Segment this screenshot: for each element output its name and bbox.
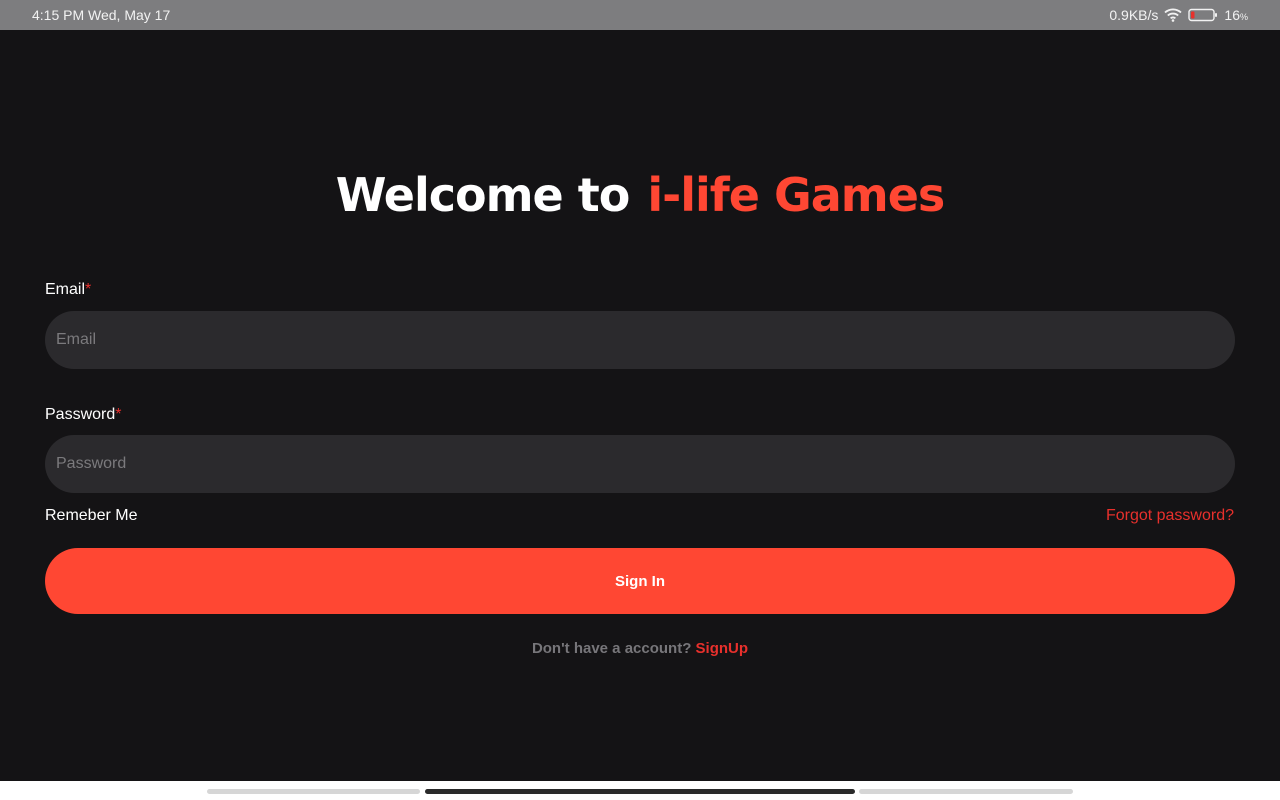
right-window-handle[interactable] [859, 789, 1073, 794]
forgot-password-link[interactable]: Forgot password? [1106, 507, 1234, 525]
email-field[interactable] [45, 311, 1235, 369]
brand-name: i-life Games [647, 168, 945, 222]
remember-me-toggle[interactable]: Remeber Me [45, 507, 137, 525]
required-marker: * [115, 406, 122, 423]
password-field[interactable] [45, 435, 1235, 493]
battery-percentage: 16% [1224, 7, 1248, 23]
signup-prompt: Don't have a account? SignUp [0, 640, 1280, 657]
navigation-bar [0, 781, 1280, 800]
status-indicators: 0.9KB/s 16% [1109, 7, 1248, 23]
status-time-date: 4:15 PM Wed, May 17 [32, 7, 171, 23]
sign-in-button[interactable]: Sign In [45, 548, 1235, 614]
welcome-text: Welcome to [335, 168, 631, 222]
email-label: Email* [45, 281, 92, 298]
page-title: Welcome to i-life Games [0, 168, 1280, 222]
password-label: Password* [45, 406, 122, 423]
left-window-handle[interactable] [207, 789, 420, 794]
wifi-icon [1164, 8, 1183, 22]
signup-link[interactable]: SignUp [696, 640, 749, 657]
home-gesture-handle[interactable] [425, 789, 855, 794]
status-bar: 4:15 PM Wed, May 17 0.9KB/s 16% [0, 0, 1280, 30]
battery-icon [1188, 8, 1218, 22]
required-marker: * [85, 281, 92, 298]
no-account-text: Don't have a account? [531, 640, 692, 657]
network-speed: 0.9KB/s [1109, 7, 1159, 23]
